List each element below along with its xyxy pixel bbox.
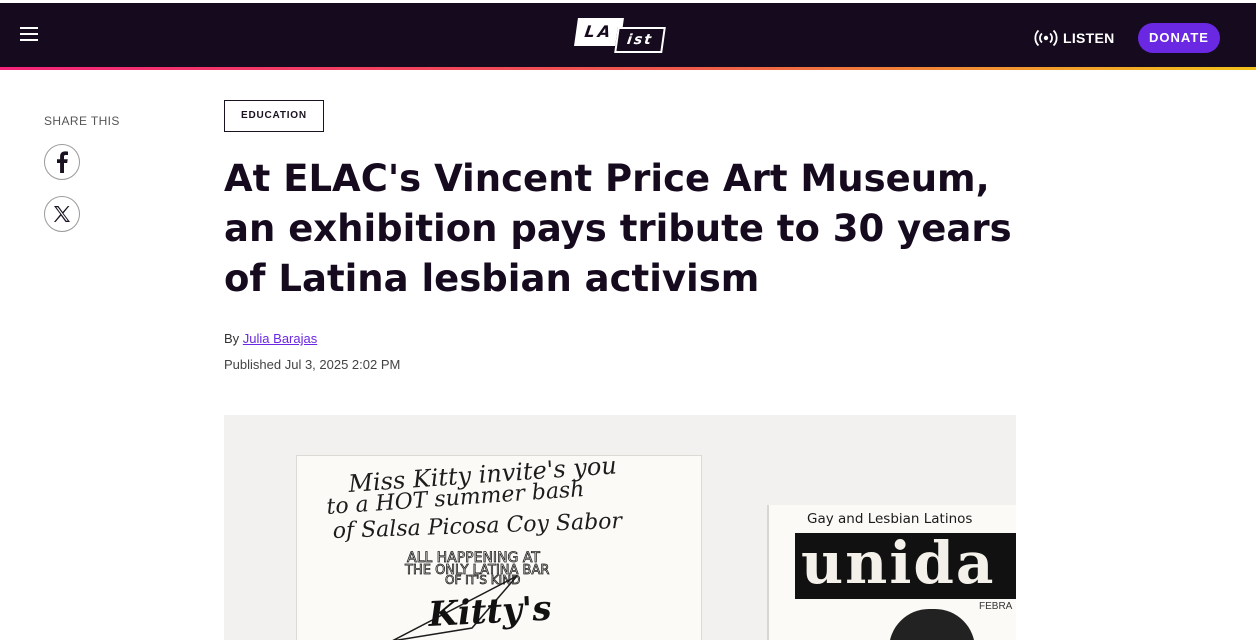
publish-date: Published Jul 3, 2025 2:02 PM xyxy=(224,357,401,372)
listen-button[interactable]: LISTEN xyxy=(1034,27,1115,49)
listen-label: LISTEN xyxy=(1063,30,1115,46)
magazine-date: FEBRA xyxy=(979,601,1013,612)
flyer-image: Miss Kitty invite's you to a HOT summer … xyxy=(296,451,702,640)
donate-button[interactable]: DONATE xyxy=(1138,23,1220,53)
share-label: SHARE THIS xyxy=(44,114,120,128)
byline-prefix: By xyxy=(224,331,240,346)
logo-ist: ist xyxy=(614,27,666,53)
site-logo[interactable]: LA ist xyxy=(574,16,666,56)
magazine-header: Gay and Lesbian Latinos xyxy=(807,511,973,527)
hero-image: Miss Kitty invite's you to a HOT summer … xyxy=(224,415,1016,640)
flyer-line-7: Kitty's xyxy=(426,589,552,635)
share-facebook-button[interactable] xyxy=(44,144,80,180)
category-tag[interactable]: EDUCATION xyxy=(224,100,324,132)
header-accent-stripe xyxy=(0,67,1256,70)
broadcast-icon xyxy=(1034,29,1058,47)
magazine-title: unida xyxy=(801,529,996,597)
site-header: LA ist LISTEN DONATE xyxy=(0,0,1256,70)
magazine-portrait xyxy=(889,609,975,640)
author-link[interactable]: Julia Barajas xyxy=(243,331,317,346)
article-headline: At ELAC's Vincent Price Art Museum, an e… xyxy=(224,157,1012,300)
byline: By Julia Barajas xyxy=(224,331,317,346)
menu-icon[interactable] xyxy=(20,27,38,41)
facebook-icon xyxy=(57,151,68,173)
x-icon xyxy=(54,206,70,222)
flyer-handwriting: Miss Kitty invite's you to a HOT summer … xyxy=(326,451,624,640)
share-x-button[interactable] xyxy=(44,196,80,232)
magazine-image: Gay and Lesbian Latinos unida FEBRA xyxy=(767,505,1016,640)
